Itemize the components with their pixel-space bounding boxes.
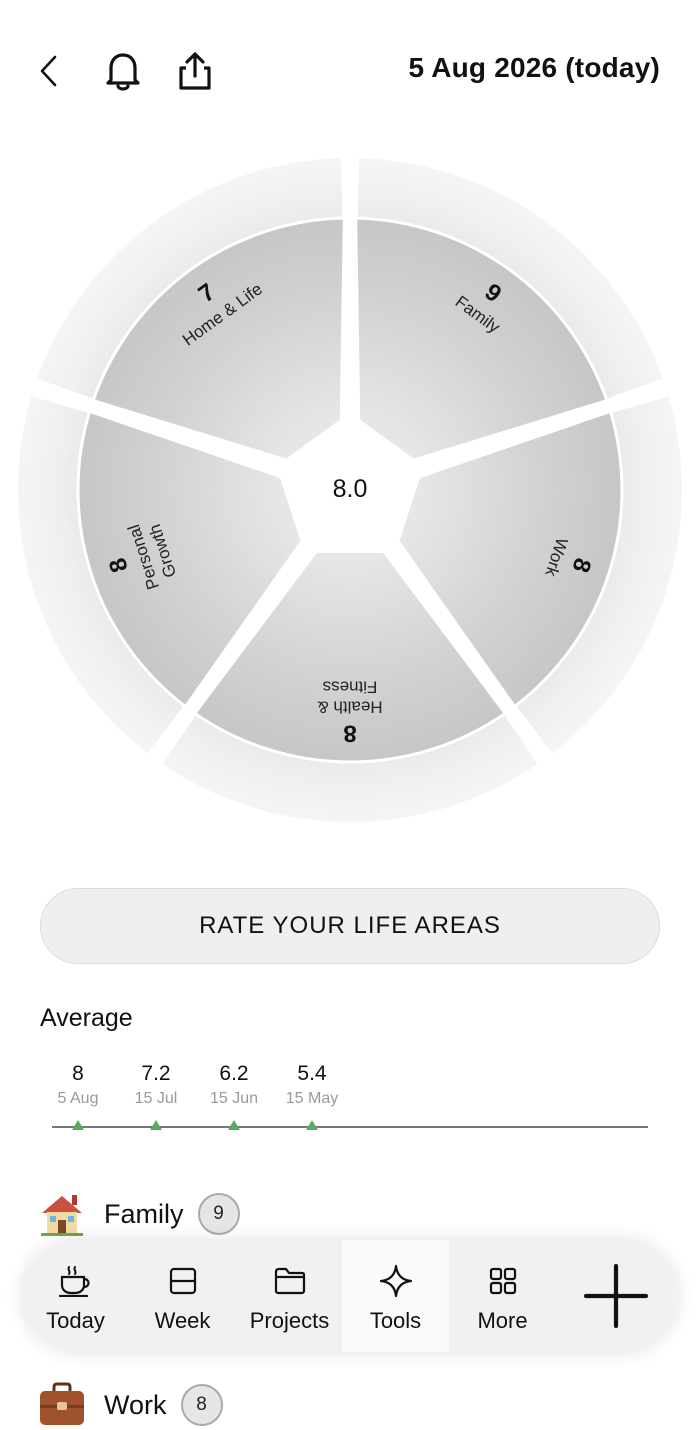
life-wheel-chart: 9Family8Work8Health &Fitness8PersonalGro… (17, 158, 682, 822)
tab-label: Tools (369, 1308, 422, 1333)
back-button[interactable] (24, 46, 74, 96)
wheel-label-health-fitness: Health & (317, 698, 383, 717)
area-score-badge: 8 (180, 1384, 223, 1426)
timeline-point[interactable]: 6.2 15 Jun (194, 1060, 274, 1110)
trend-marker (306, 1120, 318, 1130)
share-icon (179, 52, 211, 90)
average-timeline: 8 5 Aug 7.2 15 Jul 6.2 15 Jun 5.4 15 May (52, 1060, 648, 1140)
calendar-week-icon (166, 1264, 200, 1298)
trend-marker (72, 1120, 84, 1130)
tab-week[interactable]: Week (129, 1240, 236, 1352)
chevron-left-icon (40, 55, 57, 87)
area-name: Work (104, 1389, 167, 1420)
timeline-value: 5.4 (297, 1062, 327, 1085)
rate-life-areas-button[interactable]: RATE YOUR LIFE AREAS (40, 888, 660, 964)
grid-icon (486, 1264, 520, 1298)
tab-more[interactable]: More (449, 1240, 556, 1352)
wheel-label-health-fitness: Fitness (323, 678, 378, 697)
trend-marker (228, 1120, 240, 1130)
timeline-date: 5 Aug (57, 1090, 99, 1107)
timeline-value: 8 (72, 1062, 84, 1085)
cup-icon (58, 1264, 93, 1298)
trend-marker (150, 1120, 162, 1130)
bottom-tab-bar: Today Week Projects Tools More (22, 1240, 678, 1352)
timeline-value: 6.2 (219, 1062, 249, 1085)
house-icon (38, 1190, 86, 1238)
tab-label: Projects (249, 1308, 330, 1333)
area-row-work[interactable]: Work 8 (38, 1378, 223, 1430)
timeline-date: 15 Jul (134, 1090, 178, 1107)
timeline-point[interactable]: 8 5 Aug (38, 1060, 118, 1110)
tab-label: Today (46, 1308, 105, 1333)
timeline-date: 15 Jun (209, 1090, 259, 1107)
current-date[interactable]: 5 Aug 2026 (today) (408, 52, 660, 84)
plus-icon (584, 1264, 648, 1328)
notifications-button[interactable] (98, 46, 148, 96)
area-score-badge: 9 (197, 1193, 240, 1235)
tab-projects[interactable]: Projects (236, 1240, 343, 1352)
tab-tools[interactable]: Tools (342, 1240, 449, 1352)
timeline-date: 15 May (285, 1090, 339, 1107)
wheel-center-average: 8.0 (333, 475, 368, 503)
briefcase-icon (38, 1381, 86, 1429)
average-title: Average (40, 1004, 133, 1032)
folder-icon (273, 1264, 307, 1298)
area-row-family[interactable]: Family 9 (38, 1187, 240, 1241)
timeline-point[interactable]: 7.2 15 Jul (116, 1060, 196, 1110)
timeline-axis (52, 1126, 648, 1128)
wheel-score-health-fitness: 8 (343, 720, 356, 747)
add-button[interactable] (578, 1258, 654, 1334)
bell-icon (106, 53, 140, 91)
area-name: Family (104, 1198, 184, 1229)
tab-label: More (477, 1308, 528, 1333)
timeline-value: 7.2 (141, 1062, 171, 1085)
sparkle-icon (379, 1264, 413, 1298)
tab-label: Week (154, 1308, 211, 1333)
tab-today[interactable]: Today (22, 1240, 129, 1352)
timeline-point[interactable]: 5.4 15 May (272, 1060, 352, 1110)
header: 5 Aug 2026 (today) (0, 0, 700, 140)
share-button[interactable] (170, 46, 220, 96)
